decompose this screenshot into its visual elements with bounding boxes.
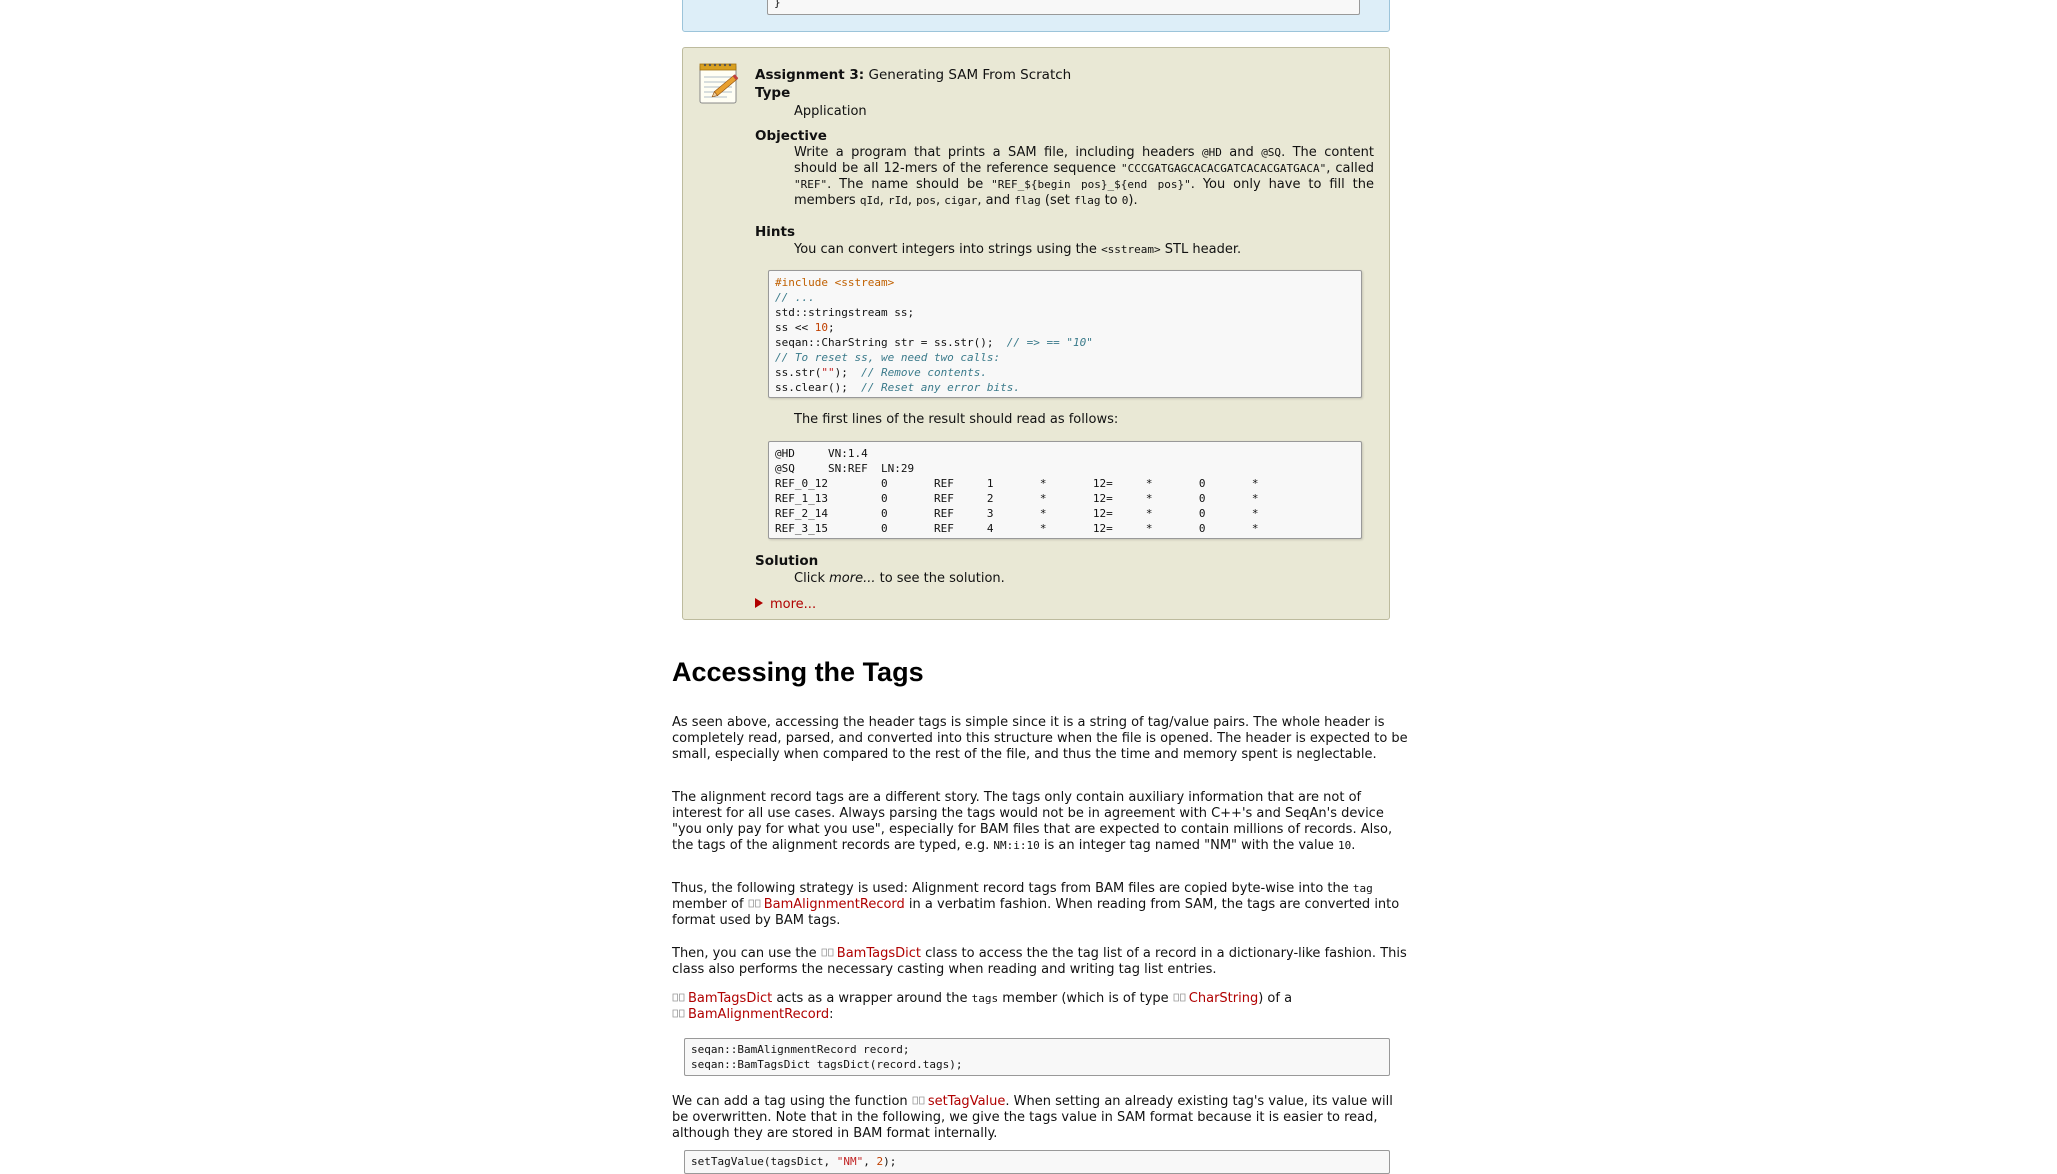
paragraph-wrapper: BamTagsDict acts as a wrapper around the… <box>672 991 1412 1023</box>
section-heading: Accessing the Tags <box>672 657 924 687</box>
assignment-title: Assignment 3: Generating SAM From Scratc… <box>755 67 1072 83</box>
book-icon <box>748 899 761 908</box>
notepad-icon <box>699 63 739 104</box>
type-label: Type <box>755 85 791 101</box>
objective-label: Objective <box>755 128 827 144</box>
paragraph-header-tags: As seen above, accessing the header tags… <box>672 715 1408 762</box>
book-icon <box>672 1009 685 1018</box>
expand-triangle-icon <box>755 598 763 608</box>
code-block: } <box>767 0 1360 15</box>
hint-code-block: #include <sstream> // ... std::stringstr… <box>768 270 1362 398</box>
code-block-set-tag-value: setTagValue(tagsDict, "NM", 2); <box>684 1150 1390 1174</box>
solution-text: Click more... to see the solution. <box>794 571 1005 586</box>
objective-text: Write a program that prints a SAM file, … <box>794 145 1374 208</box>
link-bam-tags-dict[interactable]: BamTagsDict <box>821 946 921 961</box>
book-icon <box>672 993 685 1002</box>
hints-text: You can convert integers into strings us… <box>794 242 1242 257</box>
hints-label: Hints <box>755 224 796 240</box>
link-char-string[interactable]: CharString <box>1173 991 1258 1006</box>
paragraph-set-tag-value: We can add a tag using the function setT… <box>672 1094 1393 1141</box>
result-code-block: @HD VN:1.4 @SQ SN:REF LN:29 REF_0_12 0 R… <box>768 441 1362 539</box>
book-icon <box>912 1096 925 1105</box>
link-bam-tags-dict[interactable]: BamTagsDict <box>672 991 772 1006</box>
type-value: Application <box>794 104 867 119</box>
link-set-tag-value[interactable]: setTagValue <box>912 1094 1005 1109</box>
result-intro: The first lines of the result should rea… <box>794 412 1119 427</box>
link-bam-alignment-record[interactable]: BamAlignmentRecord <box>748 897 905 912</box>
assignment-box: Assignment 3: Generating SAM From Scratc… <box>682 47 1390 620</box>
link-bam-alignment-record[interactable]: BamAlignmentRecord <box>672 1007 829 1022</box>
paragraph-bam-tags-dict: Then, you can use the BamTagsDict class … <box>672 946 1407 977</box>
previous-assignment-box: } <box>682 0 1390 32</box>
paragraph-record-tags: The alignment record tags are a differen… <box>672 790 1393 853</box>
code-text: } <box>774 0 781 9</box>
code-block-tags-dict: seqan::BamAlignmentRecord record; seqan:… <box>684 1038 1390 1076</box>
book-icon <box>1173 993 1186 1002</box>
more-link[interactable]: more... <box>755 597 816 612</box>
solution-label: Solution <box>755 553 819 569</box>
book-icon <box>821 948 834 957</box>
paragraph-strategy: Thus, the following strategy is used: Al… <box>672 881 1400 928</box>
